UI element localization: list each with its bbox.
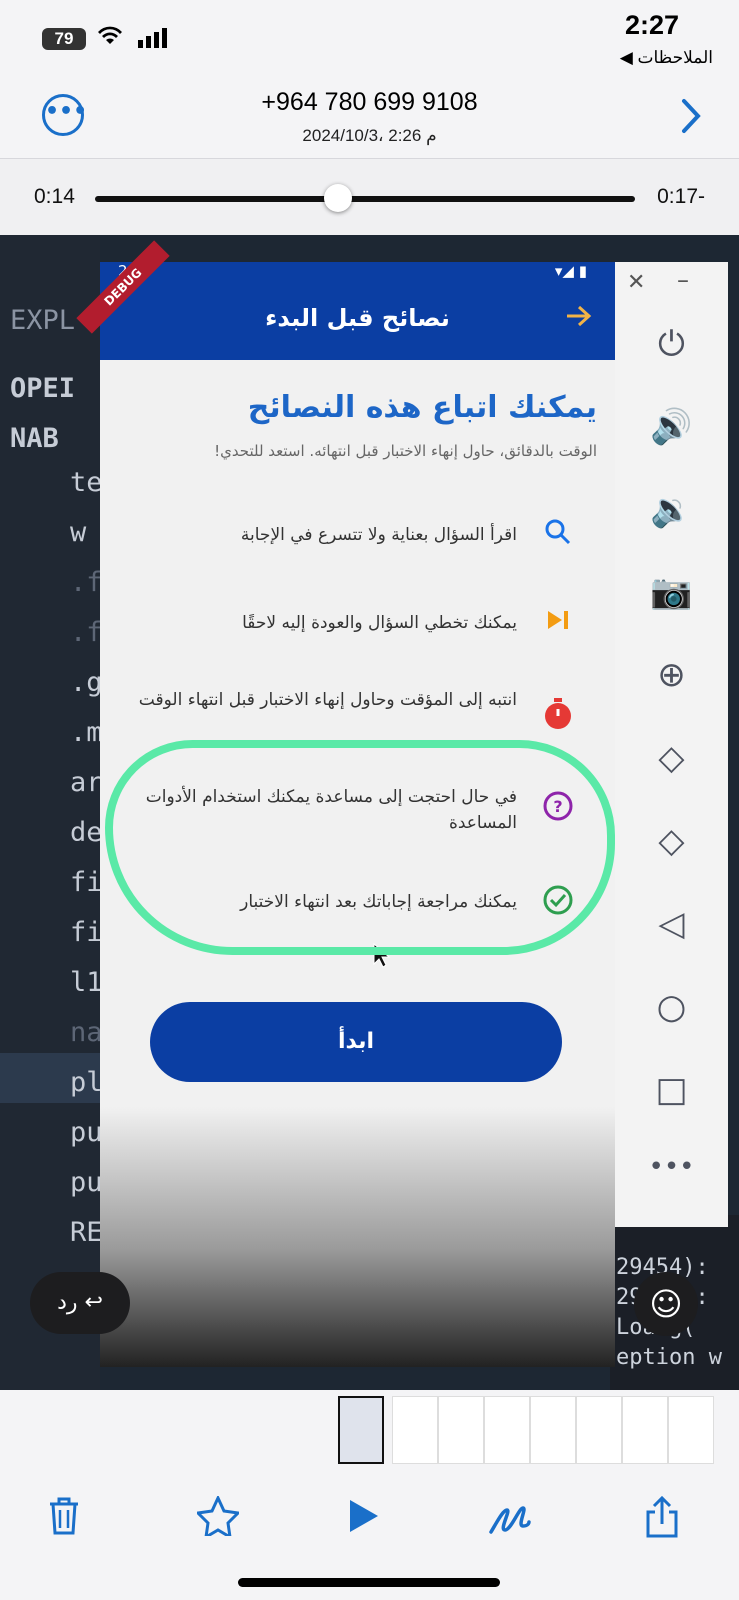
filmstrip-frame[interactable]	[622, 1396, 668, 1464]
explorer-project: NAB	[10, 423, 59, 454]
explorer-item: ar	[70, 767, 103, 798]
sender-phone: +964 780 699 9108	[261, 88, 478, 116]
filmstrip-frame[interactable]	[668, 1396, 714, 1464]
tip-text: انتبه إلى المؤقت وحاول إنهاء الاختبار قب…	[138, 690, 517, 710]
markup-icon[interactable]	[480, 1496, 540, 1546]
progress-knob[interactable]	[324, 184, 352, 212]
clock: 2:27	[624, 10, 679, 40]
filmstrip-frame[interactable]	[438, 1396, 484, 1464]
arrow-forward-icon[interactable]	[565, 304, 593, 332]
filmstrip-frame[interactable]	[392, 1396, 438, 1464]
volume-down-icon[interactable]: 🔉	[615, 490, 728, 530]
overview-icon[interactable]: □	[615, 1070, 728, 1110]
explorer-open-editors: OPEI	[10, 373, 76, 404]
chevron-right-icon[interactable]	[681, 98, 701, 138]
zoom-icon[interactable]: ⊕	[615, 655, 728, 695]
tips-subtitle: الوقت بالدقائق، حاول إنهاء الاختبار قبل …	[214, 442, 597, 460]
explorer-item: de	[70, 817, 103, 848]
wifi-icon	[96, 24, 124, 52]
highlight-annotation	[105, 740, 615, 955]
back-icon[interactable]: ◁	[615, 904, 728, 944]
filmstrip-frame[interactable]	[484, 1396, 530, 1464]
add-reaction-icon[interactable]: ☺	[634, 1272, 698, 1336]
emulator-status-icons: ▾◢ ▮	[554, 262, 587, 280]
explorer-item: pu	[70, 1117, 103, 1148]
minimize-icon[interactable]: –	[677, 266, 689, 294]
video-scrubber: 0:14 0:17-	[0, 159, 739, 235]
close-icon[interactable]: ✕	[627, 270, 645, 295]
tip-text: يمكنك تخطي السؤال والعودة إليه لاحقًا	[242, 613, 517, 633]
remaining-time: 0:17-	[657, 185, 705, 208]
emulator-toolbar: ✕ – ⏻ 🔊 🔉 📷 ⊕ ◇ ◇ ◁ ○ □ •••	[615, 262, 728, 1227]
camera-icon[interactable]: 📷	[615, 572, 728, 612]
app-bar: 2:24 DEBUG ▾◢ ▮ نصائح قبل البدء	[76, 240, 615, 360]
explorer-item: pl	[70, 1067, 103, 1098]
home-indicator[interactable]	[238, 1578, 500, 1587]
back-to-notes-link[interactable]: ◀ الملاحظات	[620, 48, 713, 68]
explorer-item: pu	[70, 1167, 103, 1198]
filmstrip-frame[interactable]	[576, 1396, 622, 1464]
tip-text: اقرأ السؤال بعناية ولا تتسرع في الإجابة	[240, 525, 517, 545]
explorer-item: RE	[70, 1217, 103, 1248]
trash-icon[interactable]	[34, 1496, 94, 1546]
explorer-item: .m	[70, 717, 103, 748]
explorer-item: w	[70, 517, 87, 548]
reply-button[interactable]: رد ↩	[30, 1272, 130, 1334]
home-icon[interactable]: ○	[615, 987, 728, 1027]
share-icon[interactable]	[632, 1495, 692, 1546]
battery-indicator: 79	[42, 28, 86, 50]
volume-up-icon[interactable]: 🔊	[615, 407, 728, 447]
search-icon	[541, 518, 575, 552]
rotate-right-icon[interactable]: ◇	[615, 821, 728, 861]
timer-icon	[541, 698, 575, 732]
sent-date: 2024/10/3، 2:26 م	[302, 126, 437, 145]
message-header: ••• +964 780 699 9108 2024/10/3، 2:26 م	[0, 80, 739, 159]
signal-icon	[138, 28, 170, 52]
reply-label: رد	[57, 1290, 78, 1315]
filmstrip-frame-current[interactable]	[338, 1396, 384, 1464]
start-button[interactable]: ابدأ	[150, 1002, 562, 1082]
explorer-item: te	[70, 467, 103, 498]
filmstrip-frame[interactable]	[530, 1396, 576, 1464]
play-icon[interactable]	[334, 1496, 394, 1546]
power-icon[interactable]: ⏻	[615, 324, 728, 364]
app-bar-title: نصائح قبل البدء	[265, 304, 450, 332]
video-filmstrip[interactable]	[0, 1390, 739, 1470]
skip-icon	[541, 606, 575, 640]
tips-heading: يمكنك اتباع هذه النصائح	[247, 390, 597, 425]
status-bar: 79 2:27 ◀ الملاحظات	[0, 0, 739, 80]
elapsed-time: 0:14	[34, 185, 75, 208]
more-icon[interactable]: •••	[615, 1152, 728, 1182]
code-line: eption w	[616, 1345, 722, 1370]
reply-arrow-icon: ↩	[84, 1290, 103, 1315]
star-icon[interactable]	[188, 1494, 248, 1546]
explorer-item: .g	[70, 667, 103, 698]
bottom-toolbar	[0, 1470, 739, 1600]
progress-track[interactable]	[95, 196, 635, 202]
rotate-left-icon[interactable]: ◇	[615, 738, 728, 778]
explorer-label: EXPL	[10, 305, 76, 336]
explorer-item: na	[70, 1017, 103, 1048]
video-fade	[100, 1107, 615, 1367]
vscode-explorer: EXPL OPEI NAB te w .fl .fl .g .m ar de f…	[0, 235, 119, 1390]
